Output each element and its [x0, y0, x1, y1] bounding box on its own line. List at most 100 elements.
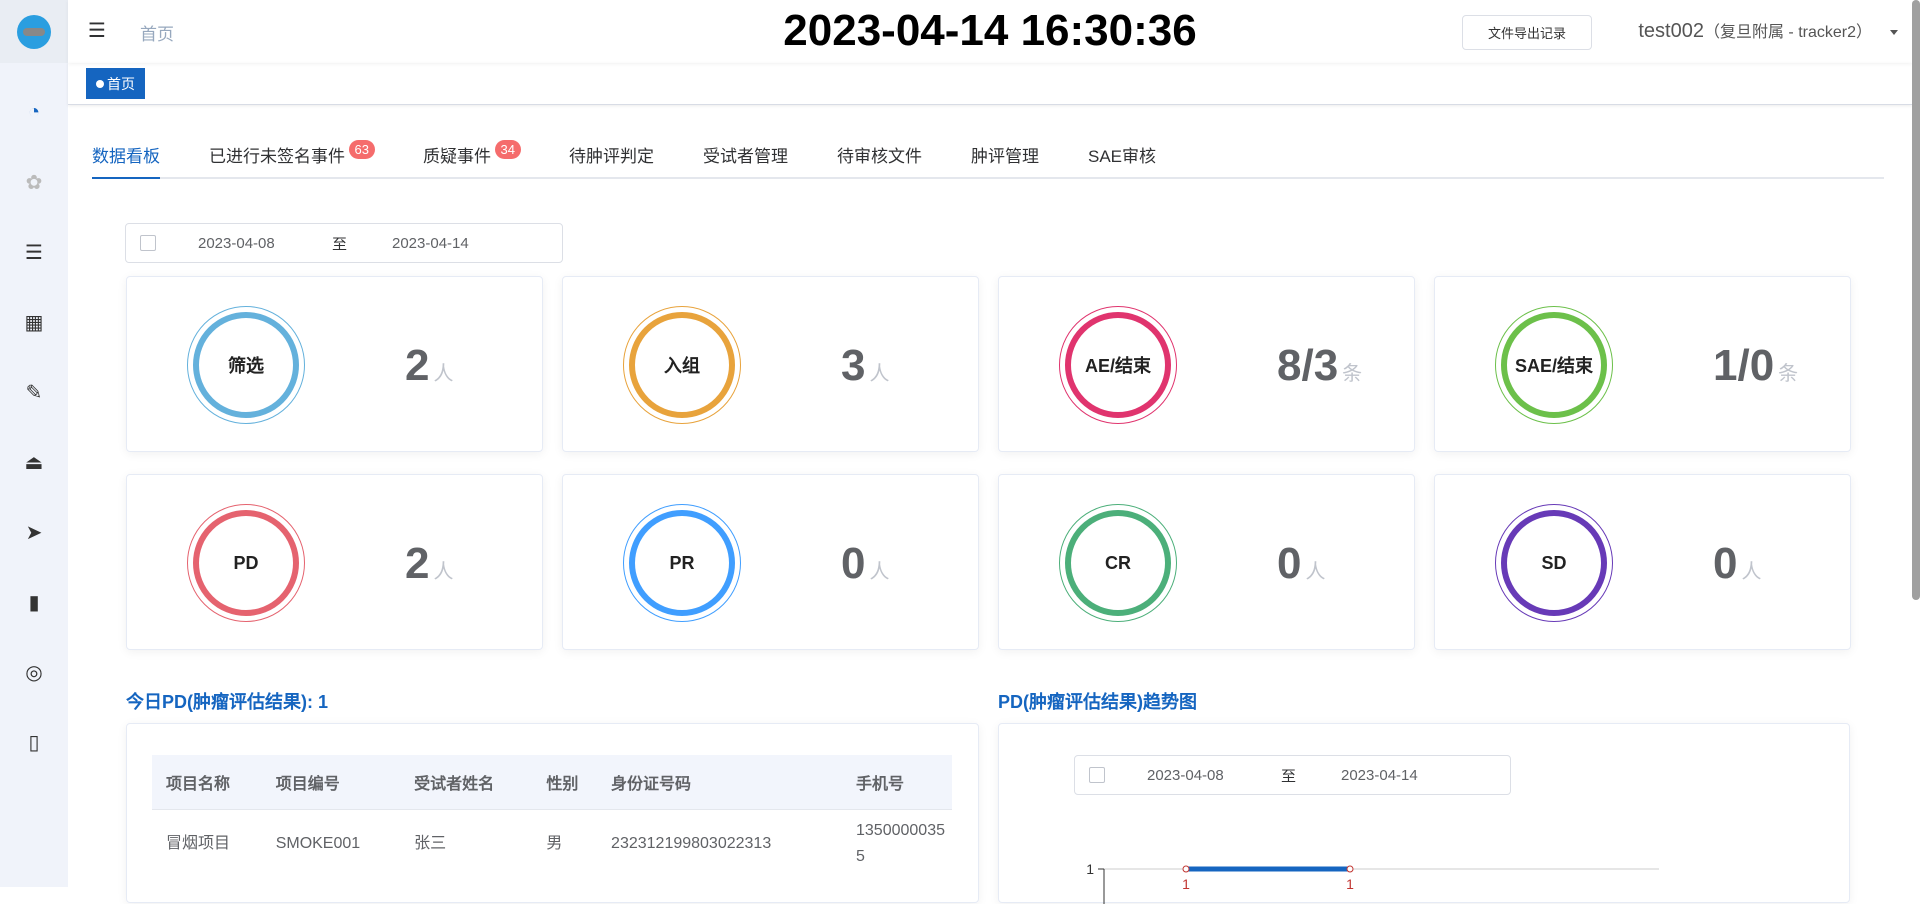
stat-unit: 条	[1778, 363, 1799, 385]
stat-label: CR	[1065, 510, 1171, 616]
column-header: 身份证号码	[597, 755, 842, 810]
tag-label: 首页	[107, 75, 135, 92]
stat-unit: 人	[433, 363, 454, 385]
caret-down-icon[interactable]	[1890, 30, 1898, 35]
stat-value: 0人	[1713, 539, 1761, 589]
stat-value: 3人	[841, 341, 889, 391]
stat-ring: PD	[187, 504, 305, 622]
stat-value: 2人	[405, 539, 453, 589]
column-header: 项目编号	[261, 755, 401, 810]
tab-label: 待审核文件	[837, 147, 922, 166]
bar-chart-icon[interactable]: ▮	[0, 567, 68, 637]
tab-label: SAE审核	[1088, 147, 1157, 166]
lifebuoy-icon[interactable]: ◎	[0, 637, 68, 707]
stat-card: PR 0 人	[562, 474, 979, 650]
stat-ring: CR	[1059, 504, 1177, 622]
stat-card: SAE/结束 1/0 条	[1434, 276, 1851, 452]
list-icon[interactable]: ☰	[0, 217, 68, 287]
user-org: （复旦附属 - tracker2）	[1703, 24, 1872, 41]
edit-document-icon[interactable]: ✎	[0, 357, 68, 427]
tabs: 数据看板 已进行未签名事件 63 质疑事件 34 待肿评判定 受试者管理 待审核文件 肿评管理 S…	[92, 140, 1884, 179]
dashboard-icon[interactable]: ◔	[0, 77, 68, 147]
stat-card: SD 0 人	[1434, 474, 1851, 650]
range-separator: 至	[332, 235, 348, 253]
data-label: 1	[1182, 876, 1190, 892]
stat-unit: 人	[869, 561, 890, 583]
data-point	[1182, 865, 1190, 873]
stat-value: 2人	[405, 341, 453, 391]
tab-label: 已进行未签名事件	[209, 147, 345, 166]
stat-card: CR 0 人	[998, 474, 1415, 650]
user-menu[interactable]: test002（复旦附属 - tracker2）	[1638, 18, 1872, 43]
stat-ring: PR	[623, 504, 741, 622]
export-records-button[interactable]: 文件导出记录	[1462, 15, 1592, 50]
table-cell: SMOKE001	[275, 835, 361, 853]
trend-chart: 1 1 1	[1086, 861, 1659, 904]
stat-label: SAE/结束	[1501, 312, 1607, 418]
stat-label: PR	[629, 510, 735, 616]
stat-label: 入组	[629, 312, 735, 418]
stat-ring: SAE/结束	[1495, 306, 1613, 424]
table-cell: 男	[546, 835, 563, 853]
stat-unit: 人	[433, 561, 454, 583]
end-date[interactable]: 2023-04-14	[392, 235, 469, 252]
send-icon[interactable]: ➤	[0, 497, 68, 567]
calendar-icon	[140, 235, 156, 251]
header: ☰ 首页 2023-04-14 16:30:36 文件导出记录 test002（…	[68, 0, 1912, 63]
stat-number: 2	[405, 539, 430, 588]
start-date[interactable]: 2023-04-08	[198, 235, 275, 252]
stat-value: 1/0 条	[1713, 341, 1798, 391]
column-header: 项目名称	[152, 755, 262, 810]
tab-2[interactable]: 质疑事件 34	[423, 140, 521, 179]
today-pd-table: 项目名称 项目编号 受试者姓名 性别 身份证号码 手机号 冒烟项目 SMOKE001 张三 男 2…	[152, 755, 952, 879]
tab-6[interactable]: 肿评管理	[971, 140, 1039, 179]
stat-card: 入组 3 人	[562, 276, 979, 452]
calendar-icon[interactable]: ▦	[0, 287, 68, 357]
trend-title: PD(肿瘤评估结果)趋势图	[998, 692, 1197, 712]
table-cell: 232312199803022313	[611, 835, 772, 853]
table-cell: 13500000355	[856, 822, 945, 866]
breadcrumb[interactable]: 首页	[140, 20, 174, 45]
tab-label: 受试者管理	[703, 147, 788, 166]
stat-value: 0人	[841, 539, 889, 589]
stat-label: SD	[1501, 510, 1607, 616]
stat-number: 8/3	[1277, 341, 1339, 390]
date-range-picker[interactable]: 2023-04-08 至 2023-04-14	[125, 223, 563, 263]
trend-panel: 2023-04-08 至 2023-04-14 111	[998, 723, 1850, 904]
stat-label: 筛选	[193, 312, 299, 418]
column-header: 受试者姓名	[400, 755, 533, 810]
stat-card: PD 2 人	[126, 474, 543, 650]
stat-unit: 人	[1305, 561, 1326, 583]
stat-ring: 筛选	[187, 306, 305, 424]
tab-0[interactable]: 数据看板	[92, 140, 160, 179]
book-icon[interactable]: ▯	[0, 707, 68, 777]
stat-ring: AE/结束	[1059, 306, 1177, 424]
stat-label: AE/结束	[1065, 312, 1171, 418]
tab-label: 数据看板	[92, 147, 160, 166]
stat-unit: 人	[1741, 561, 1762, 583]
tab-4[interactable]: 受试者管理	[703, 140, 788, 179]
y-tick-label: 1	[1086, 861, 1094, 877]
table-cell: 冒烟项目	[166, 835, 231, 853]
scrollbar[interactable]	[1912, 0, 1920, 600]
tab-1[interactable]: 已进行未签名事件 63	[209, 140, 375, 179]
stat-card: 筛选 2 人	[126, 276, 543, 452]
stat-unit: 人	[869, 363, 890, 385]
table-row[interactable]: 冒烟项目 SMOKE001 张三 男 232312199803022313 1350000…	[152, 809, 952, 879]
count-badge: 63	[348, 140, 375, 159]
sidebar: ◔ ✿ ☰ ▦ ✎ ⏏ ➤ ▮ ◎ ▯	[0, 0, 68, 887]
lock-icon[interactable]: ⏏	[0, 427, 68, 497]
gear-icon[interactable]: ✿	[0, 147, 68, 217]
tab-3[interactable]: 待肿评判定	[569, 140, 654, 179]
stat-ring: 入组	[623, 306, 741, 424]
stat-label: PD	[193, 510, 299, 616]
tab-label: 质疑事件	[423, 147, 491, 166]
username: test002	[1638, 20, 1704, 42]
datetime-display: 2023-04-14 16:30:36	[783, 6, 1197, 55]
menu-toggle-icon[interactable]: ☰	[88, 18, 106, 43]
tag-home[interactable]: 首页	[86, 68, 145, 99]
tab-7[interactable]: SAE审核	[1088, 140, 1156, 179]
stat-number: 2	[405, 341, 430, 390]
data-point	[1346, 865, 1354, 873]
tab-5[interactable]: 待审核文件	[837, 140, 922, 179]
